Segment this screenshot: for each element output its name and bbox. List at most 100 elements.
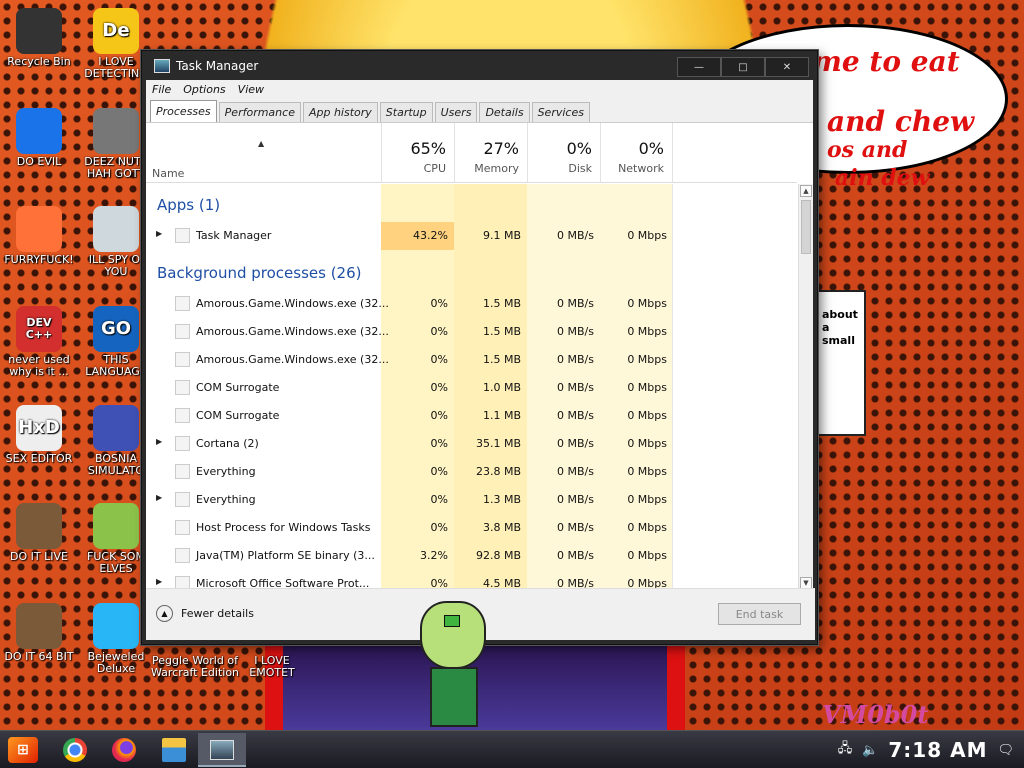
system-tray: 🖧 🔈 7:18 AM 🗨 [838, 731, 1024, 768]
column-network-header[interactable]: 0% Network [600, 123, 673, 183]
firefox-icon[interactable] [112, 738, 136, 762]
vertical-scrollbar[interactable]: ▲ ▼ [798, 184, 813, 590]
column-cpu-header[interactable]: 65% CPU [381, 123, 454, 183]
tab-users[interactable]: Users [434, 102, 478, 122]
process-disk: 0 MB/s [557, 437, 594, 450]
window-controls: — □ ✕ [677, 57, 809, 77]
table-row[interactable]: ▶ Microsoft Office Software Prot... 0% 4.5 … [146, 570, 797, 590]
taskbar: ⊞ 🖧 🔈 7:18 AM 🗨 [0, 730, 1024, 768]
tab-startup[interactable]: Startup [379, 102, 433, 122]
menu-file[interactable]: File [152, 83, 171, 96]
process-name: Everything [196, 465, 256, 478]
expand-arrow-icon[interactable]: ▶ [156, 493, 162, 502]
process-icon [175, 408, 190, 423]
volume-icon[interactable]: 🔈 [862, 743, 878, 758]
chrome-icon[interactable] [63, 738, 87, 762]
desktop-icon[interactable]: HxD SEX EDITOR [1, 405, 77, 465]
table-row[interactable]: ▶ Cortana (2) 0% 35.1 MB 0 MB/s 0 Mbps [146, 430, 797, 458]
table-row[interactable]: Java(TM) Platform SE binary (3... 3.2% 92.… [146, 542, 797, 570]
process-net: 0 Mbps [627, 297, 667, 310]
tab-details[interactable]: Details [479, 102, 530, 122]
tab-services[interactable]: Services [531, 102, 590, 122]
process-icon [175, 548, 190, 563]
process-cpu: 0% [430, 437, 448, 450]
desktop-icon-label: Peggle World of Warcraft Edition [150, 655, 240, 679]
table-row[interactable]: Amorous.Game.Windows.exe (32... 0% 1.5 MB 0… [146, 346, 797, 374]
desktop-icon-label: Recycle Bin [7, 56, 71, 68]
process-cpu: 0% [430, 465, 448, 478]
desktop-icon-emotet[interactable]: I LOVE EMOTET [232, 655, 312, 679]
process-mem: 1.5 MB [482, 325, 521, 338]
process-net: 0 Mbps [627, 229, 667, 242]
desktop-icon-label: SEX EDITOR [5, 453, 73, 465]
desktop-icon[interactable]: DO EVIL [1, 108, 77, 168]
notification-icon[interactable]: 🗨 [997, 743, 1014, 758]
expand-arrow-icon[interactable]: ▶ [156, 577, 162, 586]
chrome-icon [16, 108, 62, 154]
cpu-total: 65% [410, 139, 446, 158]
desktop-icon[interactable]: DEV C++ never used why is it ... [1, 306, 77, 378]
expand-arrow-icon[interactable]: ▶ [156, 437, 162, 446]
column-name-header[interactable]: Name [152, 167, 184, 180]
tab-app-history[interactable]: App history [302, 102, 378, 122]
minimize-button[interactable]: — [677, 57, 721, 77]
character-head [420, 601, 486, 669]
character-gem [444, 615, 460, 627]
desktop-icon-peggle[interactable]: Peggle World of Warcraft Edition [150, 655, 240, 679]
maximize-button[interactable]: □ [721, 57, 765, 77]
desktop-icon-label: DO IT 64 BIT [4, 651, 74, 663]
column-memory-header[interactable]: 27% Memory [454, 123, 527, 183]
process-net: 0 Mbps [627, 409, 667, 422]
group-header-background: Background processes (26) [157, 264, 362, 282]
table-row[interactable]: Everything 0% 23.8 MB 0 MB/s 0 Mbps [146, 458, 797, 486]
table-row[interactable]: ▶ Task Manager 43.2% 9.1 MB 0 MB/s 0 Mbps [146, 222, 797, 250]
firefox-icon [16, 206, 62, 252]
table-row[interactable]: Amorous.Game.Windows.exe (32... 0% 1.5 MB 0… [146, 290, 797, 318]
expand-arrow-icon[interactable]: ▶ [156, 229, 162, 238]
process-net: 0 Mbps [627, 521, 667, 534]
menu-view[interactable]: View [238, 83, 264, 96]
process-icon [175, 380, 190, 395]
table-row[interactable]: Host Process for Windows Tasks 0% 3.8 MB 0 … [146, 514, 797, 542]
app-logo-icon: DEV C++ [16, 306, 62, 352]
process-cpu: 3.2% [420, 549, 448, 562]
start-button[interactable]: ⊞ [8, 737, 38, 763]
process-disk: 0 MB/s [557, 325, 594, 338]
process-net: 0 Mbps [627, 325, 667, 338]
process-net: 0 Mbps [627, 549, 667, 562]
gem-icon [93, 603, 139, 649]
process-name: Amorous.Game.Windows.exe (32... [196, 325, 389, 338]
process-icon [175, 464, 190, 479]
clock[interactable]: 7:18 AM [888, 738, 987, 762]
desktop-icon[interactable]: DO IT 64 BIT [1, 603, 77, 663]
table-row[interactable]: Amorous.Game.Windows.exe (32... 0% 1.5 MB 0… [146, 318, 797, 346]
tab-strip: Processes Performance App history Startu… [146, 99, 813, 123]
menu-options[interactable]: Options [183, 83, 225, 96]
desktop-icon[interactable]: Recycle Bin [1, 8, 77, 68]
column-disk-header[interactable]: 0% Disk [527, 123, 600, 183]
taskbar-task-manager[interactable] [198, 733, 246, 767]
table-row[interactable]: COM Surrogate 0% 1.1 MB 0 MB/s 0 Mbps [146, 402, 797, 430]
process-icon [175, 520, 190, 535]
desktop-icon[interactable]: DO IT LIVE [1, 503, 77, 563]
desktop-icon[interactable]: FURRYFUCK! [1, 206, 77, 266]
scroll-up-icon[interactable]: ▲ [800, 185, 812, 197]
process-name: COM Surrogate [196, 409, 280, 422]
tab-processes[interactable]: Processes [150, 100, 217, 122]
file-explorer-icon[interactable] [162, 738, 186, 762]
network-icon[interactable]: 🖧 [838, 739, 853, 761]
scroll-thumb[interactable] [801, 200, 811, 254]
process-cpu: 0% [430, 521, 448, 534]
close-button[interactable]: ✕ [765, 57, 809, 77]
table-row[interactable]: ▶ Everything 0% 1.3 MB 0 MB/s 0 Mbps [146, 486, 797, 514]
window-content: File Options View Processes Performance … [146, 80, 815, 640]
process-disk: 0 MB/s [557, 381, 594, 394]
fewer-details-button[interactable]: ▲ Fewer details [156, 605, 254, 622]
process-mem: 1.3 MB [482, 493, 521, 506]
table-row[interactable]: COM Surrogate 0% 1.0 MB 0 MB/s 0 Mbps [146, 374, 797, 402]
process-icon [175, 324, 190, 339]
desktop-icon-label: never used why is it ... [8, 354, 70, 378]
end-task-button[interactable]: End task [718, 603, 801, 625]
tab-performance[interactable]: Performance [218, 102, 301, 122]
process-disk: 0 MB/s [557, 493, 594, 506]
